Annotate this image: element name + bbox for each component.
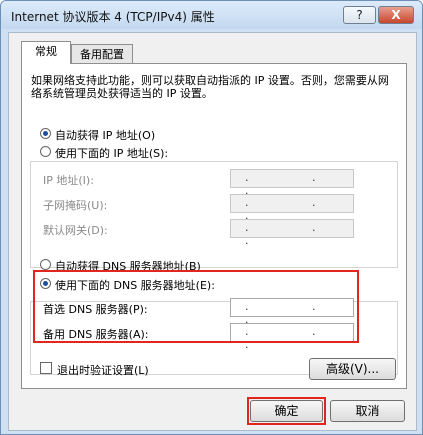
validate-on-exit-checkbox[interactable] [40, 362, 52, 374]
general-panel: 如果网络支持此功能，则可以获取自动指派的 IP 设置。否则，您需要从网络系统管理… [21, 63, 407, 389]
dns-highlight-box [33, 270, 359, 343]
manual-ip-label[interactable]: 使用下面的 IP 地址(S): [55, 145, 172, 161]
subnet-mask-label: 子网掩码(U): [43, 199, 108, 212]
description-text: 如果网络支持此功能，则可以获取自动指派的 IP 设置。否则，您需要从网络系统管理… [31, 74, 389, 100]
ip-address-label: IP 地址(I): [43, 174, 94, 187]
dialog-body: 常规 备用配置 如果网络支持此功能，则可以获取自动指派的 IP 设置。否则，您需… [8, 32, 417, 431]
tab-alternate-configuration[interactable]: 备用配置 [71, 44, 133, 64]
cancel-button[interactable]: 取消 [330, 400, 405, 422]
close-button[interactable]: X [378, 6, 414, 24]
validate-on-exit-label[interactable]: 退出时验证设置(L) [57, 362, 149, 378]
ip-address-input[interactable]: . . . [230, 169, 354, 197]
auto-dns-radio[interactable] [40, 259, 51, 270]
help-button[interactable]: ? [343, 6, 376, 24]
ok-highlight-box [247, 397, 326, 425]
subnet-mask-input[interactable]: . . . [230, 194, 354, 222]
advanced-button[interactable]: 高级(V)... [309, 358, 396, 380]
tcpip-properties-dialog: Internet 协议版本 4 (TCP/IPv4) 属性 ? X 常规 备用配… [0, 0, 423, 435]
default-gateway-label: 默认网关(D): [43, 224, 108, 237]
manual-ip-radio[interactable] [40, 146, 51, 157]
window-title: Internet 协议版本 4 (TCP/IPv4) 属性 [11, 10, 215, 24]
tab-general[interactable]: 常规 [21, 41, 71, 64]
default-gateway-input[interactable]: . . . [230, 219, 354, 247]
auto-ip-radio[interactable] [40, 128, 51, 139]
default-gateway-value: . . . [245, 221, 346, 247]
title-bar[interactable]: Internet 协议版本 4 (TCP/IPv4) 属性 ? X [1, 1, 422, 29]
auto-ip-label[interactable]: 自动获得 IP 地址(O) [55, 127, 155, 143]
